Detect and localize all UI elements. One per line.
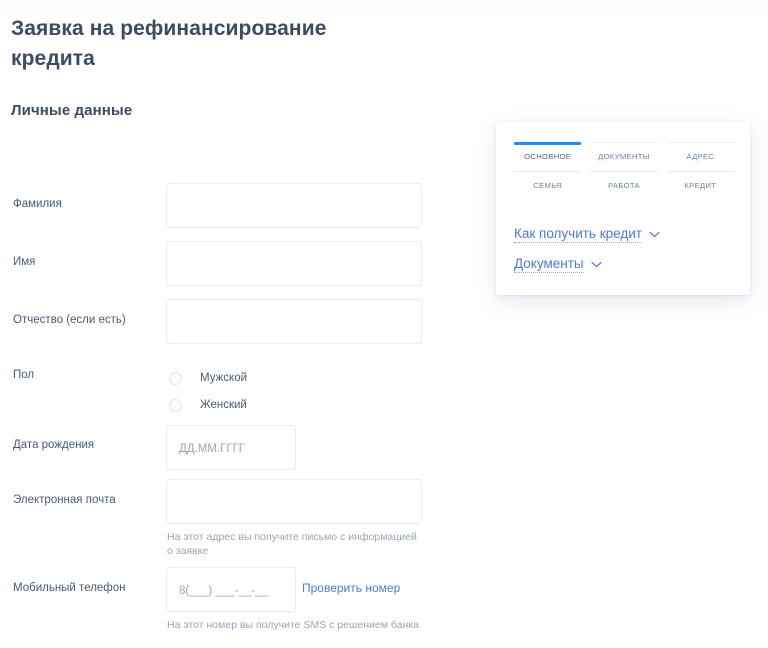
step-rule [590,171,658,172]
check-phone-link[interactable]: Проверить номер [302,581,400,595]
step-semya[interactable]: СЕМЬЯ [514,171,582,191]
page-title: Заявка на рефинансирование кредита [11,17,327,70]
radio-label-male: Мужской [200,372,248,384]
input-email[interactable] [166,479,422,524]
expand-link-label-documents: Документы [514,256,584,273]
expand-link-how-to-get-credit[interactable]: Как получить кредит [514,226,660,243]
step-label-kredit: КРЕДИТ [684,181,717,190]
step-kredit[interactable]: КРЕДИТ [666,171,734,191]
hint-phone: На этот номер вы получите SMS с решением… [167,619,419,631]
control-email [166,479,422,524]
expand-link-documents[interactable]: Документы [514,256,602,273]
label-phone: Мобильный телефон [13,582,126,594]
radio-label-female: Женский [200,399,247,411]
label-gender: Пол [13,369,35,381]
control-lastname [166,183,422,228]
input-firstname[interactable] [166,241,422,286]
label-birthdate: Дата рождения [13,439,95,451]
section-title-personal-data: Личные данные [11,102,133,119]
step-rabota[interactable]: РАБОТА [590,171,658,191]
step-label-adres: АДРЕС [686,152,715,161]
chevron-down-icon [649,231,660,238]
radio-icon-male [169,372,182,385]
label-firstname: Имя [13,256,36,268]
label-lastname: Фамилия [13,198,62,210]
control-birthdate [166,425,296,470]
application-page: Заявка на рефинансирование кредита Личны… [0,0,768,648]
label-middlename: Отчество (если есть) [13,314,126,326]
radio-group-gender: Мужской Женский [166,368,247,422]
radio-icon-female [169,399,182,412]
input-birthdate[interactable] [166,425,296,470]
step-rule [514,171,582,172]
chevron-down-icon [590,261,602,268]
step-rule [666,171,734,172]
control-middlename [166,299,422,344]
input-lastname[interactable] [166,183,422,228]
input-phone[interactable] [166,567,296,612]
form-column: Заявка на рефинансирование кредита Личны… [0,0,470,631]
step-rule [666,142,734,143]
step-dokumenty[interactable]: ДОКУМЕНТЫ [590,142,658,162]
step-rule [590,142,658,143]
step-label-semya: СЕМЬЯ [533,181,563,190]
step-label-osnovnoe: ОСНОВНОЕ [524,152,572,161]
control-phone [166,567,296,612]
step-rule-active [514,142,582,145]
input-middlename[interactable] [166,299,422,344]
steps-grid: ОСНОВНОЕ ДОКУМЕНТЫ АДРЕС СЕМЬЯ РАБОТА КР… [514,142,734,191]
label-email: Электронная почта [13,494,116,506]
hint-email: На этот адрес вы получите письмо с инфор… [167,531,417,557]
expand-link-label-how-to-get-credit: Как получить кредит [514,226,642,243]
radio-option-male[interactable]: Мужской [166,368,247,389]
control-firstname [166,241,422,286]
step-osnovnoe[interactable]: ОСНОВНОЕ [514,142,582,162]
step-label-rabota: РАБОТА [608,181,640,190]
step-label-dokumenty: ДОКУМЕНТЫ [598,152,650,161]
step-adres[interactable]: АДРЕС [666,142,734,162]
radio-option-female[interactable]: Женский [166,395,247,416]
steps-card: ОСНОВНОЕ ДОКУМЕНТЫ АДРЕС СЕМЬЯ РАБОТА КР… [496,122,750,295]
